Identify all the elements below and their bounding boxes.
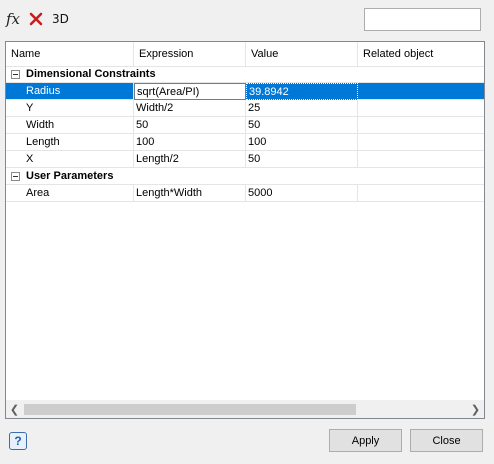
table-row[interactable]: Radius sqrt(Area/PI) 39.8942 (6, 83, 484, 100)
group-dimensional-constraints[interactable]: Dimensional Constraints (6, 66, 484, 83)
horizontal-scrollbar[interactable]: ❮ ❯ (6, 400, 484, 418)
param-name[interactable]: Area (6, 185, 134, 202)
column-header-name[interactable]: Name (6, 42, 134, 66)
view-3d-button[interactable]: 3D (52, 8, 69, 30)
collapse-icon[interactable] (11, 69, 20, 79)
param-related[interactable] (358, 185, 484, 202)
table-row[interactable]: Width 50 50 (6, 117, 484, 134)
filter-input[interactable] (364, 8, 481, 31)
param-expression[interactable]: 50 (134, 117, 246, 134)
toolbar: fx 3D (6, 8, 69, 30)
param-value[interactable]: 50 (246, 151, 358, 168)
delete-x-icon[interactable] (28, 8, 44, 30)
param-related[interactable] (358, 83, 484, 100)
scrollbar-thumb[interactable] (24, 404, 356, 415)
param-expression[interactable]: 100 (134, 134, 246, 151)
param-name[interactable]: Width (6, 117, 134, 134)
param-value[interactable]: 25 (246, 100, 358, 117)
table-row[interactable]: X Length/2 50 (6, 151, 484, 168)
param-value[interactable]: 39.8942 (246, 83, 358, 100)
column-header-related-object[interactable]: Related object (358, 42, 484, 66)
grid-header: Name Expression Value Related object (6, 42, 484, 67)
apply-button[interactable]: Apply (329, 429, 402, 452)
table-row[interactable]: Y Width/2 25 (6, 100, 484, 117)
param-related[interactable] (358, 134, 484, 151)
param-name[interactable]: Length (6, 134, 134, 151)
help-icon[interactable]: ? (9, 432, 27, 450)
param-name[interactable]: X (6, 151, 134, 168)
table-row[interactable]: Length 100 100 (6, 134, 484, 151)
param-name[interactable]: Radius (6, 83, 134, 100)
param-name[interactable]: Y (6, 100, 134, 117)
collapse-icon[interactable] (11, 171, 20, 181)
group-title: Dimensional Constraints (26, 68, 156, 80)
fx-function-icon[interactable]: fx (6, 8, 20, 30)
param-expression[interactable]: Length*Width (134, 185, 246, 202)
param-related[interactable] (358, 117, 484, 134)
group-user-parameters[interactable]: User Parameters (6, 168, 484, 185)
table-row[interactable]: Area Length*Width 5000 (6, 185, 484, 202)
group-title: User Parameters (26, 170, 114, 182)
param-value[interactable]: 100 (246, 134, 358, 151)
column-header-expression[interactable]: Expression (134, 42, 246, 66)
param-expression[interactable]: Length/2 (134, 151, 246, 168)
param-related[interactable] (358, 151, 484, 168)
param-expression[interactable]: Width/2 (134, 100, 246, 117)
grid-body: Dimensional Constraints Radius sqrt(Area… (6, 66, 484, 202)
param-expression-field[interactable]: sqrt(Area/PI) (134, 83, 246, 100)
column-header-value[interactable]: Value (246, 42, 358, 66)
param-value[interactable]: 50 (246, 117, 358, 134)
scroll-left-icon[interactable]: ❮ (6, 401, 23, 418)
close-button[interactable]: Close (410, 429, 483, 452)
parameters-grid: Name Expression Value Related object Dim… (5, 41, 485, 419)
param-value[interactable]: 5000 (246, 185, 358, 202)
scroll-right-icon[interactable]: ❯ (467, 401, 484, 418)
param-related[interactable] (358, 100, 484, 117)
